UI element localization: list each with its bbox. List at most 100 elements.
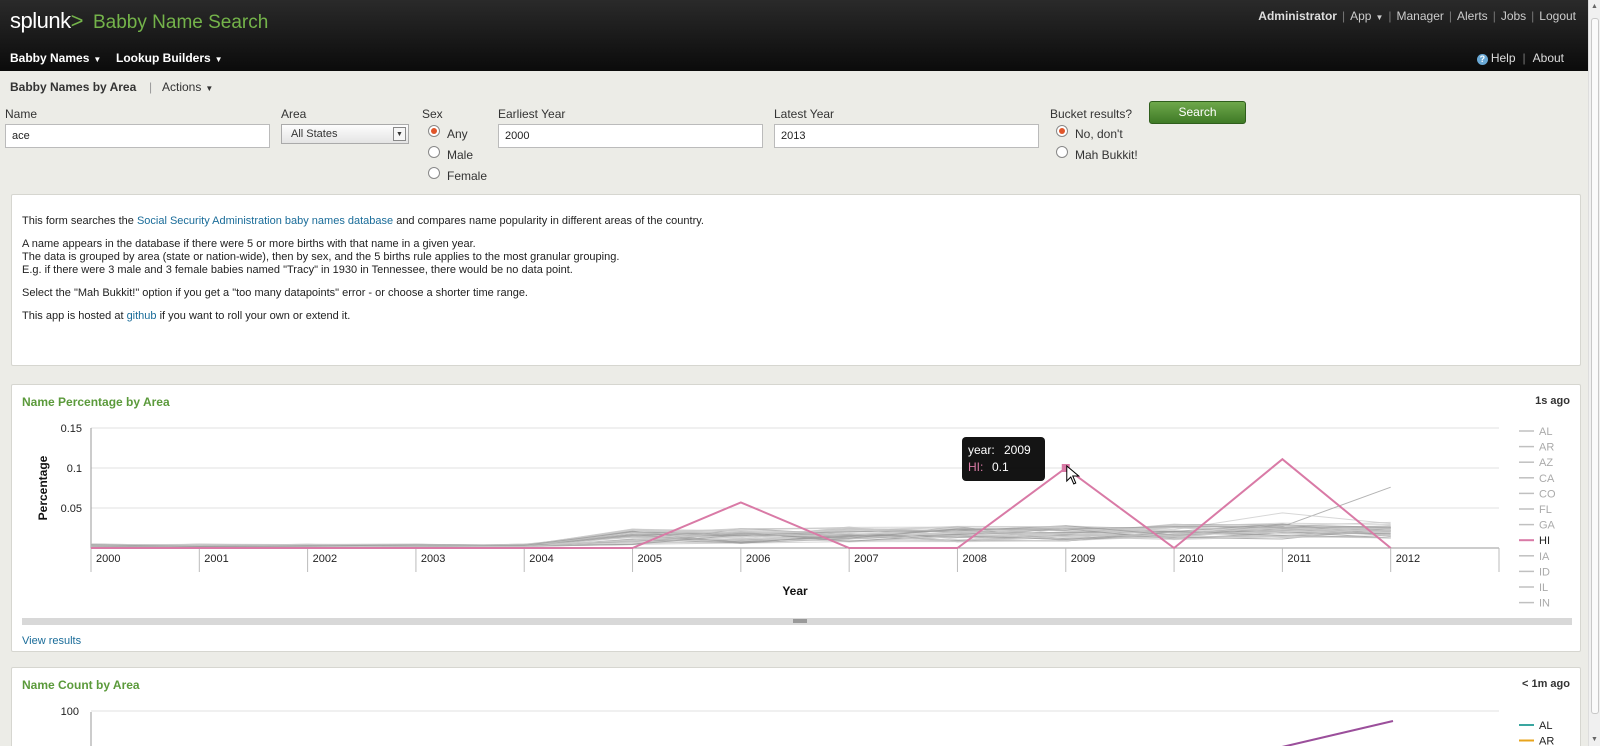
info-paragraph: This app is hosted at github if you want… — [22, 310, 351, 322]
legend-label: AL — [1539, 426, 1552, 438]
scroll-down-icon[interactable]: ▼ — [1591, 736, 1598, 743]
bucket-radio-yes[interactable] — [1056, 146, 1068, 158]
legend-label: FL — [1539, 504, 1552, 516]
tooltip-series-value: 0.1 — [992, 460, 1009, 474]
legend-label: IL — [1539, 582, 1548, 594]
legend-label: AR — [1539, 736, 1554, 746]
earliest-year-input[interactable]: 2000 — [498, 124, 763, 148]
legend-label: ID — [1539, 566, 1550, 578]
user-name: Administrator — [1258, 9, 1337, 23]
info-paragraph: This form searches the Social Security A… — [22, 215, 704, 227]
view-results-link[interactable]: View results — [22, 635, 81, 647]
x-tick-label: 2000 — [96, 553, 120, 565]
legend-label: GA — [1539, 520, 1556, 532]
x-tick-label: 2007 — [854, 553, 878, 565]
series-line — [1281, 720, 1394, 746]
x-axis-title: Year — [782, 584, 808, 598]
top-nav: Administrator | App ▼ | Manager | Alerts | Jobs | L… — [1258, 9, 1576, 23]
app-header: splunk> Babby Name Search Administrator |… — [0, 0, 1588, 71]
latest-year-label: Latest Year — [774, 107, 835, 121]
info-paragraph: A name appears in the database if there … — [22, 238, 620, 276]
percentage-chart-panel: Name Percentage by Area 1s ago 0.05 0.1 0.… — [11, 384, 1581, 652]
sex-option-male[interactable]: Male — [447, 148, 473, 162]
sex-radio-female[interactable] — [428, 167, 440, 179]
sex-label: Sex — [422, 107, 443, 121]
logout-link[interactable]: Logout — [1539, 9, 1576, 23]
y-tick-label: 0.15 — [61, 423, 82, 435]
mouse-cursor-icon — [1066, 464, 1081, 485]
manager-link[interactable]: Manager — [1397, 9, 1444, 23]
actions-menu[interactable]: Actions ▼ — [162, 80, 213, 94]
lookup-builders-menu[interactable]: Lookup Builders ▼ — [116, 51, 223, 65]
splunk-logo[interactable]: splunk> — [10, 8, 83, 34]
chevron-down-icon: ▼ — [93, 55, 102, 64]
info-panel: This form searches the Social Security A… — [11, 194, 1581, 366]
jobs-link[interactable]: Jobs — [1501, 9, 1526, 23]
github-link[interactable]: github — [127, 310, 157, 322]
app-menu[interactable]: App ▼ — [1350, 9, 1383, 23]
legend-label: CO — [1539, 488, 1556, 500]
help-link[interactable]: Help — [1491, 51, 1516, 65]
legend-label: CA — [1539, 473, 1555, 485]
scrollbar-thumb[interactable] — [1591, 18, 1599, 714]
view-title: Babby Names by Area — [10, 80, 137, 94]
tooltip-year-label: year: — [968, 443, 995, 457]
x-tick-label: 2006 — [746, 553, 770, 565]
scroll-up-icon[interactable]: ▲ — [1591, 3, 1598, 10]
bucket-label: Bucket results? — [1050, 107, 1133, 121]
x-tick-label: 2003 — [421, 553, 445, 565]
y-tick-label: 100 — [61, 706, 79, 718]
legend-label: HI — [1539, 535, 1550, 547]
chart-scrollbar[interactable] — [22, 618, 1572, 625]
x-tick-label: 2011 — [1287, 553, 1311, 565]
y-tick-label: 0.05 — [61, 503, 82, 515]
y-tick-label: 0.1 — [67, 463, 82, 475]
x-tick-label: 2002 — [313, 553, 337, 565]
count-line-chart: 100 AL AR — [61, 706, 1554, 746]
chevron-down-icon: ▼ — [393, 127, 406, 141]
page-scrollbar[interactable]: ▲ ▼ — [1588, 0, 1600, 746]
about-link[interactable]: About — [1533, 51, 1564, 65]
x-tick-label: 2004 — [529, 553, 553, 565]
sex-radio-male[interactable] — [428, 146, 440, 158]
chevron-down-icon: ▼ — [214, 55, 223, 64]
scrollbar-grip[interactable] — [793, 619, 807, 623]
ssa-database-link[interactable]: Social Security Administration baby name… — [137, 215, 393, 227]
legend-label: AR — [1539, 442, 1554, 454]
sex-option-female[interactable]: Female — [447, 169, 487, 183]
y-axis-title: Percentage — [36, 455, 50, 520]
percentage-line-chart: 0.05 0.1 0.15 2000 2001 2002 2003 2004 2005 2006 2… — [36, 423, 1556, 610]
chart-tooltip: year: 2009 HI: 0.1 — [962, 437, 1045, 481]
bucket-radio-no[interactable] — [1056, 125, 1068, 137]
sex-option-any[interactable]: Any — [447, 127, 468, 141]
legend-label: AZ — [1539, 457, 1553, 469]
help-icon[interactable]: ? — [1476, 54, 1488, 65]
x-tick-label: 2010 — [1179, 553, 1203, 565]
bucket-option-yes[interactable]: Mah Bukkit! — [1075, 148, 1138, 162]
count-chart-panel: Name Count by Area < 1m ago 100 AL AR — [11, 667, 1581, 746]
bucket-option-no[interactable]: No, don't — [1075, 127, 1123, 141]
legend-label: IN — [1539, 598, 1550, 610]
x-tick-label: 2009 — [1071, 553, 1095, 565]
info-paragraph: Select the "Mah Bukkit!" option if you g… — [22, 287, 528, 299]
x-tick-label: 2005 — [638, 553, 662, 565]
latest-year-input[interactable]: 2013 — [774, 124, 1039, 148]
view-separator: | — [149, 80, 153, 94]
search-button[interactable]: Search — [1149, 101, 1246, 124]
tooltip-series-label: HI: — [968, 460, 983, 474]
x-tick-label: 2008 — [962, 553, 986, 565]
app-title[interactable]: Babby Name Search — [93, 12, 268, 34]
chevron-down-icon: ▼ — [1375, 13, 1384, 22]
area-select[interactable]: All States ▼ — [281, 124, 409, 144]
legend-label: IA — [1539, 551, 1550, 563]
legend-label: AL — [1539, 720, 1552, 732]
name-label: Name — [5, 107, 38, 121]
name-input[interactable]: ace — [5, 124, 270, 148]
babby-names-menu[interactable]: Babby Names ▼ — [10, 51, 101, 65]
sex-radio-any[interactable] — [428, 125, 440, 137]
alerts-link[interactable]: Alerts — [1457, 9, 1488, 23]
area-label: Area — [281, 107, 307, 121]
chevron-down-icon: ▼ — [205, 84, 214, 93]
x-tick-label: 2012 — [1396, 553, 1420, 565]
tooltip-year-value: 2009 — [1004, 443, 1031, 457]
